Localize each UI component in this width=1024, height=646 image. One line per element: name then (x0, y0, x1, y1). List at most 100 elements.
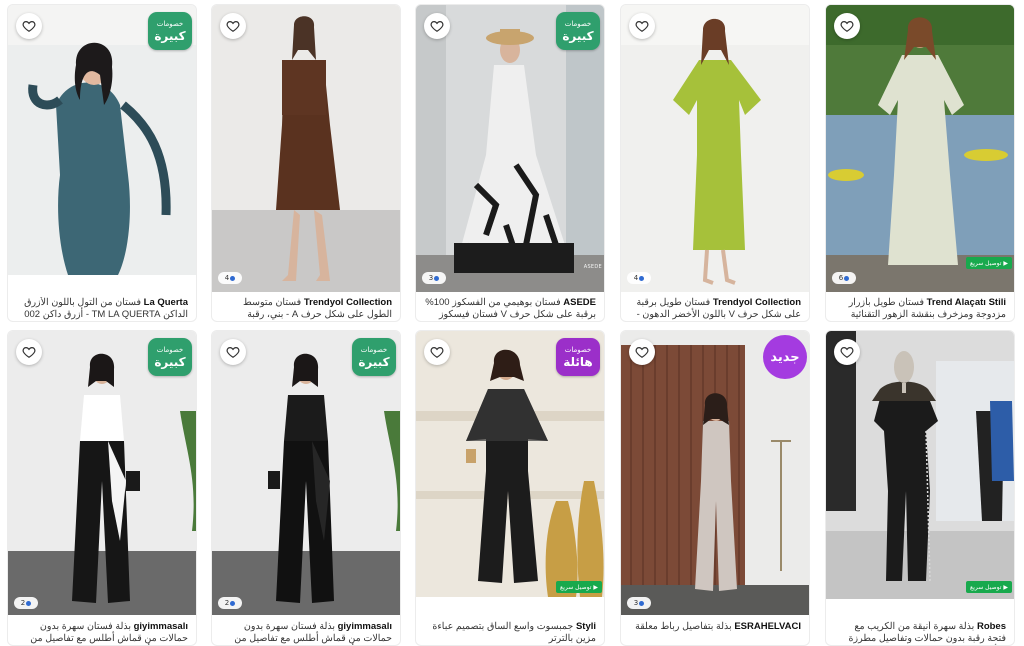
product-title[interactable]: ESRAHELVACI بذلة بتفاصيل رباط معلقة (629, 621, 801, 633)
product-card[interactable]: توصيل سريع ▶ 6 Trend Alaçatı Stili فستان … (825, 4, 1015, 322)
product-card[interactable]: خصومات كبيرة La Querta فستان من التول با… (7, 4, 197, 322)
heart-icon (226, 21, 240, 32)
product-title[interactable]: Styli جمبسوت واسع الساق بتصميم عباءة مزي… (424, 621, 596, 645)
fast-shipping-label: توصيل سريع (970, 259, 1002, 267)
product-photo (621, 5, 809, 292)
heart-icon (840, 21, 854, 32)
favorite-button[interactable] (16, 13, 42, 39)
discount-badge-line2: كبيرة (154, 354, 186, 369)
truck-icon: ▶ (593, 583, 598, 591)
photo-count-badge: 6 (832, 272, 856, 284)
product-brand: giyimmasalı (337, 621, 392, 632)
discount-badge-line2: كبيرة (562, 28, 594, 43)
discount-badge-line1: خصومات (564, 19, 592, 28)
favorite-button[interactable] (220, 339, 246, 365)
photo-count: 3 (428, 274, 434, 282)
favorite-button[interactable] (424, 339, 450, 365)
product-card[interactable]: 4 Trendyol Collection فستان متوسط الطول … (211, 4, 401, 322)
product-title[interactable]: giyimmasalı بذلة فستان سهرة بدون حمالات … (16, 621, 188, 645)
product-card[interactable]: 4 Trendyol Collection فستان طويل برقبة ع… (620, 4, 810, 322)
favorite-button[interactable] (834, 339, 860, 365)
product-image[interactable]: خصومات كبيرة ASEDE 3 (416, 5, 604, 292)
photo-count-badge: 3 (627, 597, 651, 609)
favorite-button[interactable] (834, 13, 860, 39)
product-title[interactable]: Trendyol Collection فستان طويل برقبة على… (629, 297, 801, 321)
fast-shipping-badge: توصيل سريع ▶ (966, 257, 1012, 269)
camera-icon (230, 600, 236, 606)
product-name: جمبسوت واسع الساق بتصميم عباءة مزين بالت… (432, 621, 596, 644)
camera-icon (639, 600, 645, 606)
discount-badge-line1: خصومات (156, 19, 184, 28)
product-photo (212, 5, 400, 292)
camera-icon (844, 275, 850, 281)
fast-shipping-label: توصيل سريع (970, 583, 1002, 591)
favorite-button[interactable] (629, 339, 655, 365)
camera-icon (639, 275, 645, 281)
product-title[interactable]: La Querta فستان من التول باللون الأزرق ا… (16, 297, 188, 321)
product-brand: ESRAHELVACI (734, 621, 801, 632)
product-title[interactable]: Trend Alaçatı Stili فستان طويل بأزرار مز… (834, 297, 1006, 321)
product-card[interactable]: خصومات كبيرة 2 giyimmasalı بذلة فستان سه… (211, 330, 401, 646)
heart-icon (430, 347, 444, 358)
discount-badge: خصومات كبيرة (148, 338, 192, 376)
product-card[interactable]: خصومات هائلة توصيل سريع ▶ Styli جمبسوت وا… (415, 330, 605, 646)
product-brand: ASEDE (563, 297, 596, 308)
product-card[interactable]: خصومات كبيرة 2 giyimmasalı بذلة فستان سه… (7, 330, 197, 646)
photo-count-badge: 4 (218, 272, 242, 284)
favorite-button[interactable] (424, 13, 450, 39)
heart-icon (430, 21, 444, 32)
product-title[interactable]: giyimmasalı بذلة فستان سهرة بدون حمالات … (220, 621, 392, 645)
camera-icon (230, 275, 236, 281)
camera-icon (434, 275, 440, 281)
fast-shipping-badge: توصيل سريع ▶ (966, 581, 1012, 593)
fast-shipping-badge: توصيل سريع ▶ (556, 581, 602, 593)
favorite-button[interactable] (220, 13, 246, 39)
photo-count-badge: 3 (422, 272, 446, 284)
photo-count: 4 (633, 274, 639, 282)
product-card[interactable]: خصومات كبيرة ASEDE 3 ASEDE فستان بوهيمي … (415, 4, 605, 322)
truck-icon: ▶ (1003, 583, 1008, 591)
product-card[interactable]: جديد 3 ESRAHELVACI بذلة بتفاصيل رباط معل… (620, 330, 810, 646)
product-image[interactable]: 4 (621, 5, 809, 292)
discount-badge: خصومات كبيرة (148, 12, 192, 50)
product-brand: La Querta (143, 297, 188, 308)
product-image[interactable]: توصيل سريع ▶ 6 (826, 5, 1014, 292)
product-brand: Trend Alaçatı Stili (926, 297, 1006, 308)
product-photo (826, 331, 1014, 599)
product-image[interactable]: خصومات هائلة توصيل سريع ▶ (416, 331, 604, 597)
photo-count: 4 (224, 274, 230, 282)
product-grid: خصومات كبيرة La Querta فستان من التول با… (0, 0, 1024, 646)
discount-badge-line1: خصومات (360, 345, 388, 354)
heart-icon (635, 21, 649, 32)
product-image[interactable]: خصومات كبيرة (8, 5, 196, 275)
heart-icon (635, 347, 649, 358)
discount-badge-line1: خصومات (564, 345, 592, 354)
photo-count: 3 (633, 599, 639, 607)
brand-watermark: ASEDE (583, 264, 602, 270)
product-title[interactable]: Trendyol Collection فستان متوسط الطول عل… (220, 297, 392, 321)
heart-icon (22, 21, 36, 32)
product-brand: Styli (575, 621, 596, 632)
camera-icon (26, 600, 32, 606)
product-card[interactable]: توصيل سريع ▶ Robes بذلة سهرة أنيقة من الك… (825, 330, 1015, 646)
product-title[interactable]: ASEDE فستان بوهيمي من الفسكوز 100% برقبة… (424, 297, 596, 321)
discount-badge-line2: هائلة (563, 354, 593, 369)
product-image[interactable]: خصومات كبيرة 2 (212, 331, 400, 615)
product-brand: Trendyol Collection (712, 297, 801, 308)
discount-badge: خصومات كبيرة (556, 12, 600, 50)
discount-badge-line1: خصومات (156, 345, 184, 354)
product-image[interactable]: خصومات كبيرة 2 (8, 331, 196, 615)
product-photo (826, 5, 1014, 292)
discount-badge-line2: كبيرة (358, 354, 390, 369)
product-title[interactable]: Robes بذلة سهرة أنيقة من الكريب مع فتحة … (834, 621, 1006, 645)
product-image[interactable]: 4 (212, 5, 400, 292)
favorite-button[interactable] (16, 339, 42, 365)
product-brand: Robes (976, 621, 1006, 632)
favorite-button[interactable] (629, 13, 655, 39)
fast-shipping-label: توصيل سريع (560, 583, 592, 591)
discount-badge-line2: كبيرة (154, 28, 186, 43)
product-image[interactable]: جديد 3 (621, 331, 809, 615)
product-image[interactable]: توصيل سريع ▶ (826, 331, 1014, 599)
photo-count-badge: 4 (627, 272, 651, 284)
heart-icon (840, 347, 854, 358)
